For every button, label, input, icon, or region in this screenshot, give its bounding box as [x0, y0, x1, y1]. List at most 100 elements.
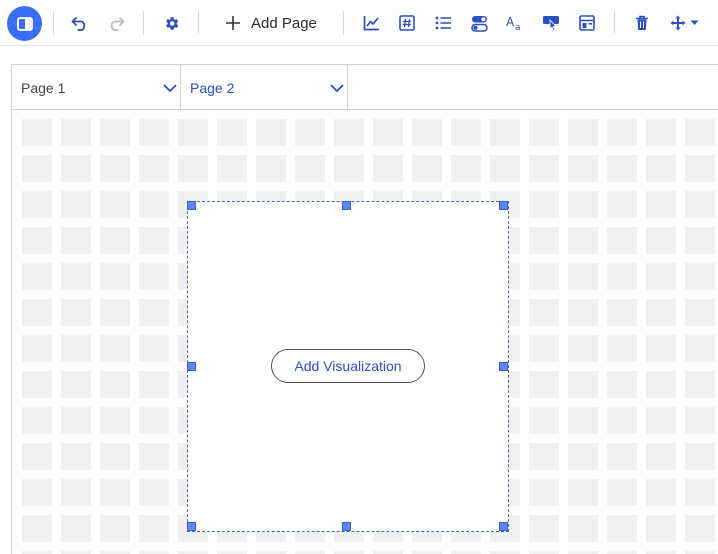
panel-toggle-button[interactable] — [7, 6, 42, 41]
chevron-down-icon[interactable] — [163, 83, 177, 93]
grid-cell — [607, 335, 637, 362]
grid-cell — [568, 119, 598, 146]
grid-cell — [139, 335, 169, 362]
grid-cell — [646, 443, 676, 470]
grid-cell — [61, 191, 91, 218]
grid-cell — [607, 263, 637, 290]
grid-cell — [451, 155, 481, 182]
grid-cell — [568, 335, 598, 362]
grid-cell — [22, 335, 52, 362]
grid-cell — [607, 191, 637, 218]
grid-cell — [568, 155, 598, 182]
undo-icon — [71, 17, 86, 31]
grid-cell — [607, 299, 637, 326]
grid-cell — [568, 299, 598, 326]
grid-cell — [61, 299, 91, 326]
grid-cell — [646, 479, 676, 506]
grid-cell — [139, 191, 169, 218]
grid-cell — [529, 335, 559, 362]
toolbar-separator — [143, 11, 144, 35]
grid-cell — [646, 407, 676, 434]
delete-button[interactable] — [627, 8, 657, 38]
tab-label: Page 2 — [190, 80, 235, 96]
text-style-icon: A a — [506, 15, 521, 31]
grid-cell — [334, 155, 364, 182]
interaction-pointer-icon — [543, 15, 559, 32]
grid-cell — [139, 263, 169, 290]
add-interaction-button[interactable] — [536, 8, 566, 38]
add-toggle-button[interactable] — [464, 8, 494, 38]
resize-handle-top[interactable] — [342, 201, 351, 210]
undo-button[interactable] — [65, 8, 95, 38]
grid-cell — [685, 407, 715, 434]
grid-cell — [61, 155, 91, 182]
tab-page-1[interactable]: Page 1 — [12, 65, 181, 109]
grid-cell — [412, 155, 442, 182]
resize-handle-left[interactable] — [187, 362, 196, 371]
grid-cell — [685, 335, 715, 362]
add-text-button[interactable]: A a — [500, 8, 530, 38]
toolbar-separator — [614, 11, 615, 35]
grid-cell — [646, 227, 676, 254]
line-chart-icon — [363, 16, 379, 31]
list-icon — [435, 16, 451, 30]
grid-cell — [685, 443, 715, 470]
resize-handle-bottom-left[interactable] — [187, 522, 196, 531]
grid-cell — [217, 119, 247, 146]
grid-cell — [451, 119, 481, 146]
redo-icon — [110, 17, 125, 31]
grid-cell — [22, 479, 52, 506]
move-menu-button[interactable] — [664, 8, 704, 38]
toolbar-separator — [53, 11, 54, 35]
settings-button[interactable] — [156, 8, 186, 38]
grid-cell — [529, 227, 559, 254]
grid-cell — [139, 155, 169, 182]
grid-cell — [100, 263, 130, 290]
redo-button[interactable] — [101, 8, 131, 38]
grid-cell — [256, 155, 286, 182]
grid-cell — [100, 191, 130, 218]
add-visualization-button[interactable]: Add Visualization — [271, 349, 425, 383]
grid-cell — [100, 155, 130, 182]
grid-cell — [100, 119, 130, 146]
grid-cell — [685, 479, 715, 506]
chevron-down-icon[interactable] — [330, 83, 344, 93]
grid-cell — [529, 443, 559, 470]
panel-toggle-icon — [16, 16, 33, 31]
grid-cell — [685, 371, 715, 398]
resize-handle-top-right[interactable] — [499, 201, 508, 210]
tab-page-2[interactable]: Page 2 — [181, 65, 348, 109]
grid-cell — [61, 515, 91, 542]
add-chart-button[interactable] — [356, 8, 386, 38]
grid-cell — [295, 155, 325, 182]
resize-handle-bottom-right[interactable] — [499, 522, 508, 531]
grid-cell — [334, 119, 364, 146]
grid-cell — [295, 119, 325, 146]
grid-cell — [529, 371, 559, 398]
grid-cell — [529, 407, 559, 434]
resize-handle-top-left[interactable] — [187, 201, 196, 210]
grid-cell — [568, 479, 598, 506]
toolbar-separator — [198, 11, 199, 35]
resize-handle-bottom[interactable] — [342, 522, 351, 531]
resize-handle-right[interactable] — [499, 362, 508, 371]
grid-cell — [139, 227, 169, 254]
grid-cell — [61, 119, 91, 146]
add-list-button[interactable] — [428, 8, 458, 38]
number-tile-icon — [399, 15, 415, 31]
grid-cell — [685, 263, 715, 290]
grid-cell — [685, 299, 715, 326]
add-layout-button[interactable] — [572, 8, 602, 38]
add-number-button[interactable] — [392, 8, 422, 38]
grid-cell — [646, 191, 676, 218]
grid-cell — [61, 227, 91, 254]
settings-gear-icon — [165, 16, 178, 30]
grid-cell — [685, 155, 715, 182]
add-page-button[interactable]: Add Page — [222, 8, 317, 38]
grid-cell — [685, 227, 715, 254]
grid-cell — [139, 299, 169, 326]
grid-cell — [61, 371, 91, 398]
grid-cell — [607, 155, 637, 182]
grid-cell — [646, 371, 676, 398]
grid-cell — [139, 407, 169, 434]
